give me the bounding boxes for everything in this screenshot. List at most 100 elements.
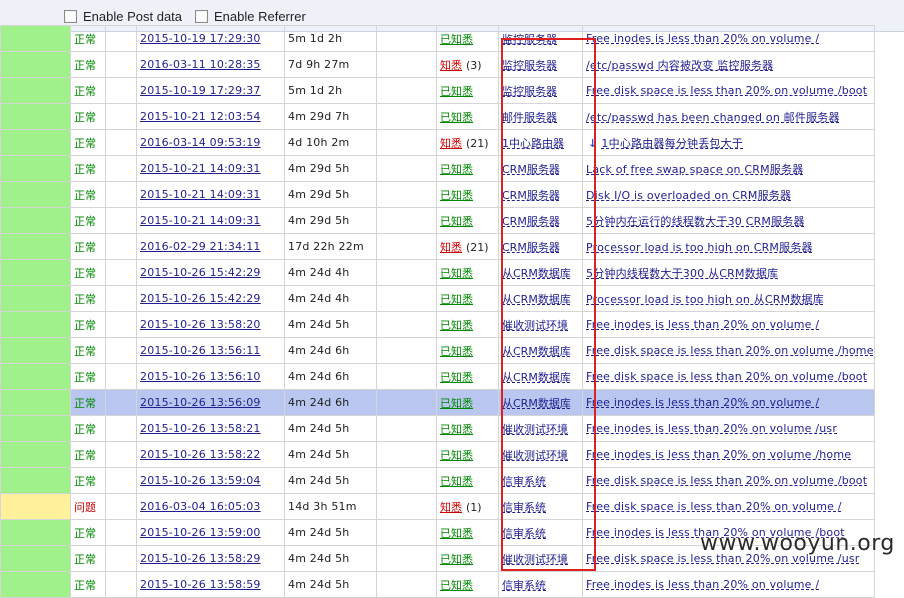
trigger-description-link[interactable]: Free inodes is less than 20% on volume /… <box>586 448 851 461</box>
table-row[interactable]: 正常 2015-10-26 13:56:10 4m 24d 6h 已知悉 从CRM数据库… <box>0 363 875 390</box>
table-row[interactable]: 正常 2015-10-26 13:59:04 4m 24d 5h 已知悉 信审系统 Fre… <box>0 467 875 494</box>
trigger-description-link[interactable]: Free disk space is less than 20% on volu… <box>586 344 873 357</box>
ack-link[interactable]: 已知悉 <box>440 33 473 46</box>
trigger-description-link[interactable]: Free inodes is less than 20% on volume / <box>586 32 819 45</box>
host-link[interactable]: 从CRM数据库 <box>502 345 571 358</box>
event-time-link[interactable]: 2015-10-26 13:56:10 <box>140 370 261 383</box>
host-link[interactable]: 催收测试环境 <box>502 423 568 436</box>
trigger-description-link[interactable]: Free inodes is less than 20% on volume / <box>586 578 819 591</box>
ack-link[interactable]: 已知悉 <box>440 527 473 540</box>
table-row[interactable]: 正常 2015-10-26 13:58:21 4m 24d 5h 已知悉 催收测试环境 F… <box>0 415 875 442</box>
host-link[interactable]: 邮件服务器 <box>502 111 557 124</box>
event-time-link[interactable]: 2015-10-26 13:58:22 <box>140 448 261 461</box>
host-link[interactable]: 信审系统 <box>502 501 546 514</box>
trigger-description-link[interactable]: Free disk space is less than 20% on volu… <box>586 474 867 487</box>
event-time-link[interactable]: 2015-10-21 12:03:54 <box>140 110 261 123</box>
event-time-link[interactable]: 2015-10-26 13:59:00 <box>140 526 261 539</box>
enable-post-data-option[interactable]: Enable Post data <box>64 9 182 24</box>
host-link[interactable]: 从CRM数据库 <box>502 267 571 280</box>
event-time-link[interactable]: 2015-10-26 13:58:21 <box>140 422 261 435</box>
table-row[interactable]: 正常 2015-10-21 12:03:54 4m 29d 7h 已知悉 邮件服务器/e… <box>0 103 875 130</box>
host-link[interactable]: 催收测试环境 <box>502 449 568 462</box>
ack-link[interactable]: 已知悉 <box>440 267 473 280</box>
ack-link[interactable]: 知悉 <box>440 137 462 150</box>
table-row[interactable]: 正常 2015-10-19 17:29:30 5m 1d 2h 已知悉 监控服务器 Fre… <box>0 25 875 52</box>
table-row[interactable]: 正常 2015-10-26 13:58:59 4m 24d 5h 已知悉 信审系统 Fre… <box>0 571 875 598</box>
table-row[interactable]: 正常 2015-10-26 15:42:29 4m 24d 4h 已知悉 从CRM数据库… <box>0 285 875 312</box>
ack-link[interactable]: 已知悉 <box>440 293 473 306</box>
event-time-link[interactable]: 2015-10-26 15:42:29 <box>140 292 261 305</box>
ack-link[interactable]: 已知悉 <box>440 85 473 98</box>
host-link[interactable]: 从CRM数据库 <box>502 293 571 306</box>
event-time-link[interactable]: 2015-10-26 13:56:11 <box>140 344 261 357</box>
ack-link[interactable]: 已知悉 <box>440 111 473 124</box>
host-link[interactable]: 催收测试环境 <box>502 553 568 566</box>
table-row[interactable]: 正常 2015-10-21 14:09:31 4m 29d 5h 已知悉 CRM服务器 5… <box>0 207 875 234</box>
event-time-link[interactable]: 2015-10-26 13:58:29 <box>140 552 261 565</box>
table-row[interactable]: 正常 2016-03-14 09:53:19 4d 10h 2m 知悉 (21) 1中心路… <box>0 129 875 156</box>
enable-referrer-option[interactable]: Enable Referrer <box>195 9 306 24</box>
trigger-description-link[interactable]: /etc/passwd has been changed on 邮件服务器 <box>586 111 840 124</box>
host-link[interactable]: CRM服务器 <box>502 189 560 202</box>
table-row[interactable]: 正常 2015-10-19 17:29:37 5m 1d 2h 已知悉 监控服务器 Fre… <box>0 77 875 104</box>
host-link[interactable]: 监控服务器 <box>502 59 557 72</box>
event-time-link[interactable]: 2015-10-26 13:58:59 <box>140 578 261 591</box>
table-row[interactable]: 正常 2015-10-26 13:58:22 4m 24d 5h 已知悉 催收测试环境 F… <box>0 441 875 468</box>
trigger-description-link[interactable]: Free disk space is less than 20% on volu… <box>586 500 842 513</box>
host-link[interactable]: 信审系统 <box>502 475 546 488</box>
event-time-link[interactable]: 2015-10-26 13:56:09 <box>140 396 261 409</box>
table-row[interactable]: 正常 2016-02-29 21:34:11 17d 22h 22m 知悉 (21) CR… <box>0 233 875 260</box>
event-time-link[interactable]: 2016-02-29 21:34:11 <box>140 240 261 253</box>
host-link[interactable]: CRM服务器 <box>502 215 560 228</box>
trigger-description-link[interactable]: 5分钟内在运行的线程数大于30 CRM服务器 <box>586 215 805 228</box>
host-link[interactable]: 从CRM数据库 <box>502 397 571 410</box>
ack-link[interactable]: 已知悉 <box>440 163 473 176</box>
event-time-link[interactable]: 2015-10-26 13:58:20 <box>140 318 261 331</box>
table-row[interactable]: 正常 2015-10-26 13:56:09 4m 24d 6h 已知悉 从CRM数据库… <box>0 389 875 416</box>
trigger-description-link[interactable]: 1中心路由器每分钟丢包大于 <box>601 137 743 150</box>
ack-link[interactable]: 已知悉 <box>440 449 473 462</box>
host-link[interactable]: 催收测试环境 <box>502 319 568 332</box>
ack-link[interactable]: 知悉 <box>440 59 462 72</box>
event-time-link[interactable]: 2016-03-04 16:05:03 <box>140 500 261 513</box>
host-link[interactable]: CRM服务器 <box>502 163 560 176</box>
ack-link[interactable]: 已知悉 <box>440 371 473 384</box>
ack-link[interactable]: 已知悉 <box>440 397 473 410</box>
table-row[interactable]: 正常 2016-03-11 10:28:35 7d 9h 27m 知悉 (3) 监控服务器… <box>0 51 875 78</box>
table-row[interactable]: 正常 2015-10-26 13:58:20 4m 24d 5h 已知悉 催收测试环境 F… <box>0 311 875 338</box>
host-link[interactable]: 1中心路由器 <box>502 137 564 150</box>
trigger-description-link[interactable]: Free disk space is less than 20% on volu… <box>586 370 867 383</box>
event-time-link[interactable]: 2015-10-21 14:09:31 <box>140 188 261 201</box>
host-link[interactable]: 监控服务器 <box>502 33 557 46</box>
host-link[interactable]: 监控服务器 <box>502 85 557 98</box>
host-link[interactable]: 信审系统 <box>502 579 546 592</box>
ack-link[interactable]: 知悉 <box>440 241 462 254</box>
table-row[interactable]: 正常 2015-10-26 15:42:29 4m 24d 4h 已知悉 从CRM数据库… <box>0 259 875 286</box>
trigger-description-link[interactable]: Disk I/O is overloaded on CRM服务器 <box>586 189 791 202</box>
event-time-link[interactable]: 2015-10-26 13:59:04 <box>140 474 261 487</box>
table-row[interactable]: 正常 2015-10-21 14:09:31 4m 29d 5h 已知悉 CRM服务器 D… <box>0 181 875 208</box>
table-row[interactable]: 问题 2016-03-04 16:05:03 14d 3h 51m 知悉 (1) 信审系统… <box>0 493 875 520</box>
ack-link[interactable]: 已知悉 <box>440 319 473 332</box>
host-link[interactable]: 信审系统 <box>502 527 546 540</box>
trigger-description-link[interactable]: Free inodes is less than 20% on volume /… <box>586 422 837 435</box>
ack-link[interactable]: 知悉 <box>440 501 462 514</box>
ack-link[interactable]: 已知悉 <box>440 579 473 592</box>
event-time-link[interactable]: 2016-03-14 09:53:19 <box>140 136 261 149</box>
trigger-description-link[interactable]: Free disk space is less than 20% on volu… <box>586 84 867 97</box>
table-row[interactable]: 正常 2015-10-26 13:56:11 4m 24d 6h 已知悉 从CRM数据库… <box>0 337 875 364</box>
event-time-link[interactable]: 2015-10-21 14:09:31 <box>140 214 261 227</box>
trigger-description-link[interactable]: Processor load is too high on CRM服务器 <box>586 241 813 254</box>
trigger-description-link[interactable]: /etc/passwd 内容被改变 监控服务器 <box>586 59 773 72</box>
host-link[interactable]: CRM服务器 <box>502 241 560 254</box>
trigger-description-link[interactable]: Lack of free swap space on CRM服务器 <box>586 163 803 176</box>
trigger-description-link[interactable]: Free inodes is less than 20% on volume / <box>586 396 819 409</box>
event-time-link[interactable]: 2015-10-19 17:29:37 <box>140 84 261 97</box>
ack-link[interactable]: 已知悉 <box>440 215 473 228</box>
host-link[interactable]: 从CRM数据库 <box>502 371 571 384</box>
ack-link[interactable]: 已知悉 <box>440 475 473 488</box>
trigger-description-link[interactable]: Free inodes is less than 20% on volume / <box>586 318 819 331</box>
ack-link[interactable]: 已知悉 <box>440 345 473 358</box>
event-time-link[interactable]: 2016-03-11 10:28:35 <box>140 58 261 71</box>
event-time-link[interactable]: 2015-10-19 17:29:30 <box>140 32 261 45</box>
